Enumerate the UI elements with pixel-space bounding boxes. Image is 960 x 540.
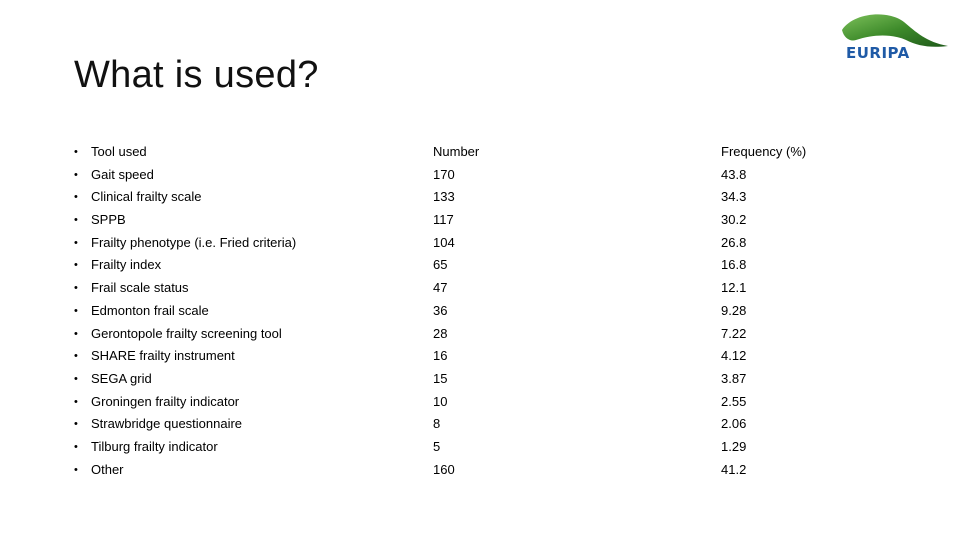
tool-name: Tilburg frailty indicator: [91, 438, 218, 454]
tool-name: Edmonton frail scale: [91, 302, 209, 318]
tool-number: 133: [433, 189, 455, 205]
tool-name: SPPB: [91, 212, 126, 228]
bullet: •: [74, 304, 78, 317]
header-number: Number: [433, 144, 480, 159]
tool-name: SEGA grid: [91, 370, 152, 386]
bullet: •: [74, 440, 78, 453]
bullet: •: [74, 372, 78, 385]
bullet: •: [74, 418, 78, 431]
bullet: •: [74, 168, 78, 181]
table-row: • Strawbridge questionnaire 8 2.06: [74, 413, 854, 436]
bullet: •: [74, 236, 78, 249]
tool-number: 10: [433, 393, 448, 409]
tool-name: Gait speed: [91, 166, 154, 182]
tool-number: 160: [433, 461, 455, 477]
tool-frequency: 30.2: [721, 212, 747, 228]
table-row: • Gait speed 170 43.8: [74, 164, 854, 187]
tool-name: Other: [91, 461, 124, 477]
euripa-logo: EURIPA: [834, 8, 954, 74]
logo-text: EURIPA: [846, 44, 910, 62]
tool-frequency: 4.12: [721, 348, 747, 364]
table-row: • Frailty index 65 16.8: [74, 254, 854, 277]
table-row: • Groningen frailty indicator 10 2.55: [74, 391, 854, 414]
tool-number: 8: [433, 416, 441, 432]
tool-name: Frailty phenotype (i.e. Fried criteria): [91, 234, 297, 250]
tool-frequency: 16.8: [721, 257, 747, 273]
tool-frequency: 1.29: [721, 438, 747, 454]
tool-number: 16: [433, 348, 448, 364]
tool-name: Strawbridge questionnaire: [91, 416, 243, 432]
tool-number: 5: [433, 438, 441, 454]
tool-number: 65: [433, 257, 448, 273]
tool-number: 117: [433, 212, 454, 228]
tool-frequency: 34.3: [721, 189, 747, 205]
bullet: •: [74, 327, 78, 340]
tool-name: Frailty index: [91, 257, 162, 273]
tool-frequency: 12.1: [721, 280, 747, 296]
tool-frequency: 2.55: [721, 393, 747, 409]
tool-number: 36: [433, 302, 448, 318]
tool-frequency: 43.8: [721, 166, 747, 182]
tool-number: 170: [433, 166, 455, 182]
tool-frequency: 9.28: [721, 302, 747, 318]
table-row: • SHARE frailty instrument 16 4.12: [74, 345, 854, 368]
table-row: • Frail scale status 47 12.1: [74, 277, 854, 300]
header-tool: Tool used: [91, 144, 147, 159]
bullet: •: [74, 214, 78, 227]
tool-name: Clinical frailty scale: [91, 189, 202, 205]
tool-name: Frail scale status: [91, 280, 189, 296]
bullet: •: [74, 282, 78, 295]
bullet: •: [74, 350, 78, 363]
tool-name: SHARE frailty instrument: [91, 348, 235, 364]
table-row: • Other 160 41.2: [74, 459, 854, 482]
bullet: •: [74, 146, 78, 158]
bullet: •: [74, 463, 78, 476]
tool-frequency: 7.22: [721, 325, 747, 341]
tool-frequency: 26.8: [721, 234, 747, 250]
leaf-icon: [842, 14, 948, 47]
header-row: • Tool used Number Frequency (%): [74, 141, 854, 164]
header-frequency: Frequency (%): [721, 144, 807, 159]
table-row: • SEGA grid 15 3.87: [74, 368, 854, 391]
tool-frequency: 2.06: [721, 416, 747, 432]
tool-number: 15: [433, 370, 448, 386]
table-row: • Frailty phenotype (i.e. Fried criteria)…: [74, 232, 854, 255]
table-row: • Gerontopole frailty screening tool 28 7.2…: [74, 323, 854, 346]
table-row: • Tilburg frailty indicator 5 1.29: [74, 436, 854, 459]
table-row: • Clinical frailty scale 133 34.3: [74, 186, 854, 209]
bullet: •: [74, 191, 78, 204]
tool-number: 104: [433, 234, 455, 250]
tool-number: 47: [433, 280, 448, 296]
tool-name: Groningen frailty indicator: [91, 393, 240, 409]
tool-name: Gerontopole frailty screening tool: [91, 325, 282, 341]
table-row: • SPPB 117 30.2: [74, 209, 854, 232]
bullet: •: [74, 259, 78, 272]
tool-frequency: 3.87: [721, 370, 747, 386]
tools-table: • Tool used Number Frequency (%) • Gait s…: [74, 141, 854, 481]
table-row: • Edmonton frail scale 36 9.28: [74, 300, 854, 323]
tool-frequency: 41.2: [721, 461, 747, 477]
tool-number: 28: [433, 325, 448, 341]
bullet: •: [74, 395, 78, 408]
slide-title: What is used?: [74, 54, 319, 96]
